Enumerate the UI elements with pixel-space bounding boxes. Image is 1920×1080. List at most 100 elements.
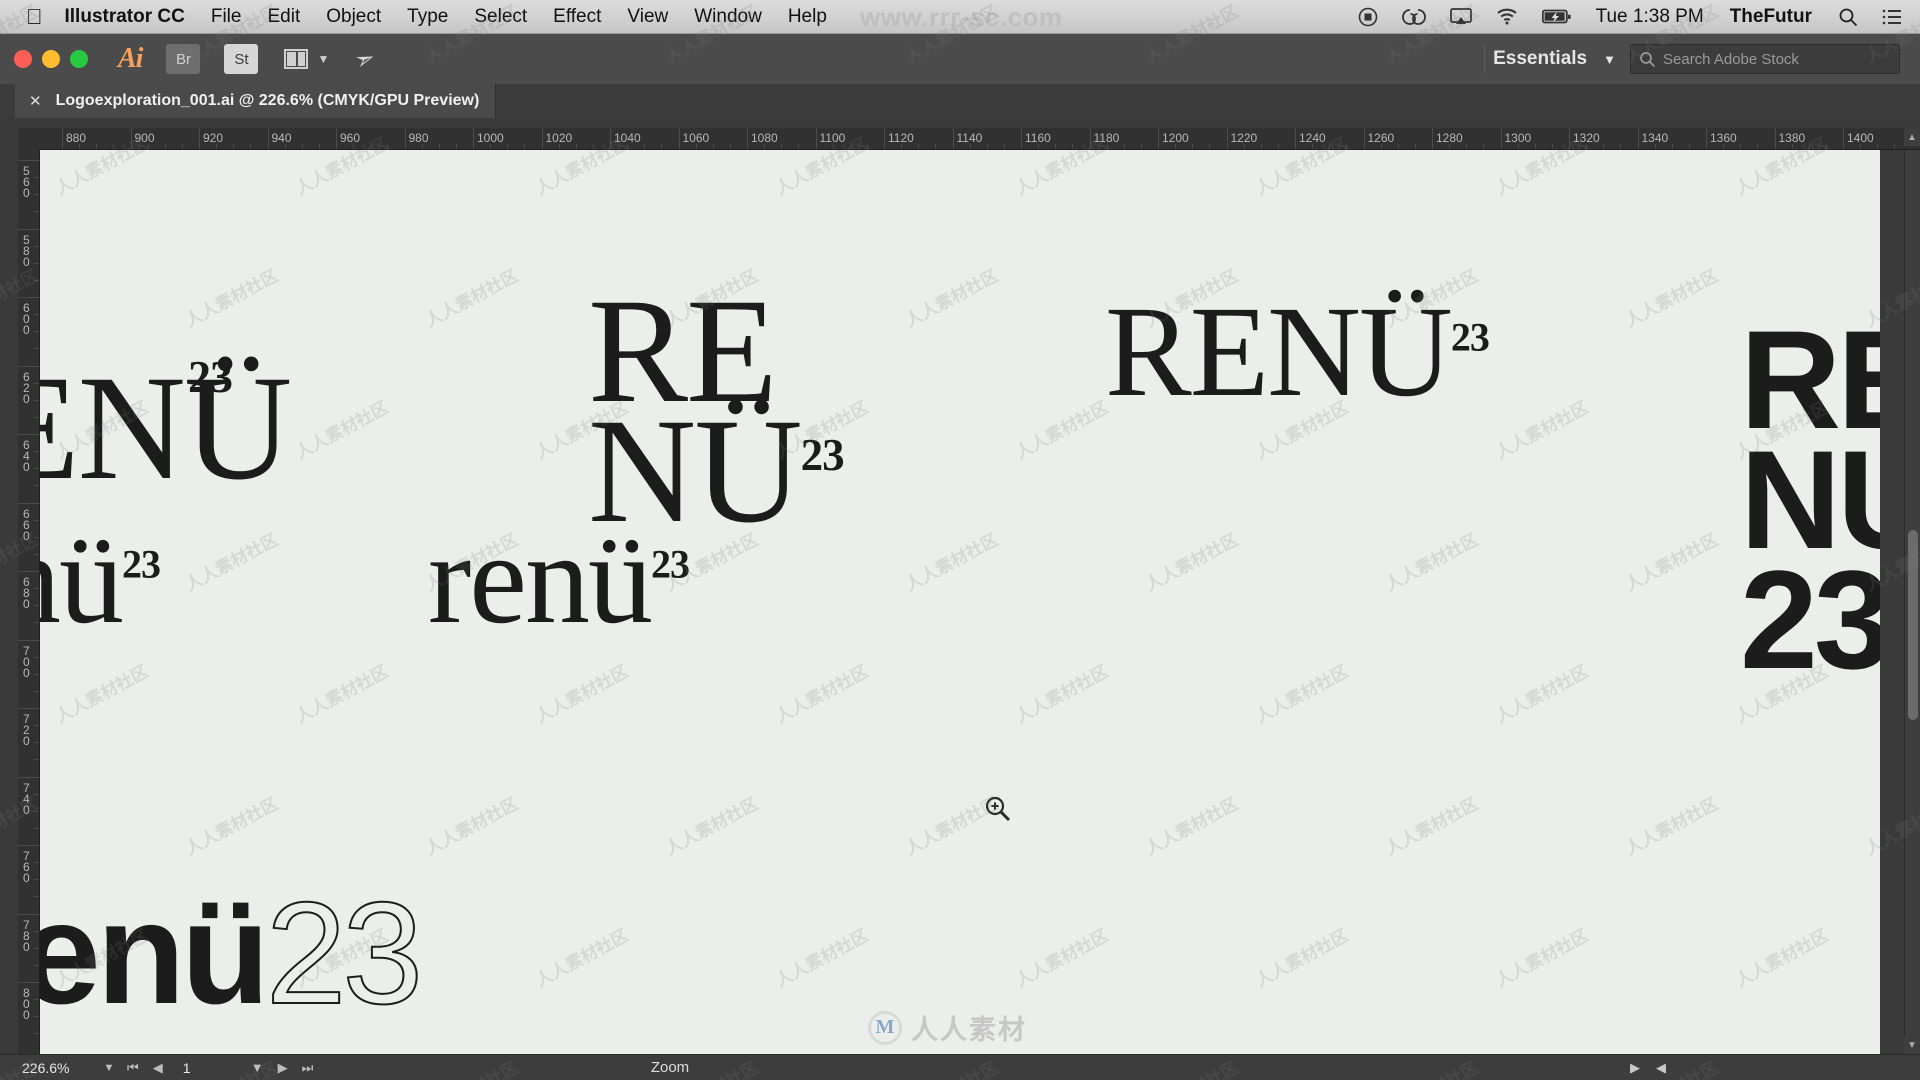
ruler-label: 1060: [682, 131, 710, 145]
macos-menu-bar:  Illustrator CC File Edit Object Type S…: [0, 0, 1920, 34]
ruler-tick: [18, 365, 39, 367]
play-back-icon[interactable]: ◀: [1656, 1060, 1666, 1076]
canvas[interactable]: 23 ENÜ RE NÜ23 RENÜ23 RE NU 23: [40, 150, 1880, 1054]
last-page-icon[interactable]: ⏭: [302, 1060, 314, 1076]
ruler-minor-tick: [34, 177, 39, 179]
menu-item-window[interactable]: Window: [694, 6, 762, 28]
menu-item-edit[interactable]: Edit: [267, 6, 300, 28]
next-page-icon[interactable]: ▶: [278, 1060, 288, 1076]
scroll-up-button[interactable]: ▲: [1904, 128, 1920, 146]
ruler-minor-tick: [1038, 144, 1040, 149]
ruler-minor-tick: [935, 144, 937, 149]
application-bar: Ai Br St ▼ ➣ Essentials ▼ Search Adobe S…: [0, 34, 1920, 84]
vertical-ruler[interactable]: 560 580 600 620 640 660 680 700 720 740 760 780 800: [18, 150, 40, 1054]
ruler-minor-tick: [627, 144, 629, 149]
scroll-down-button[interactable]: ▼: [1904, 1036, 1920, 1054]
first-page-icon[interactable]: ⏮: [127, 1060, 139, 1076]
ruler-minor-tick: [34, 451, 39, 453]
ruler-minor-tick: [1860, 144, 1862, 149]
page-number-field[interactable]: 1: [177, 1059, 237, 1077]
ruler-label: 940: [271, 131, 292, 145]
ruler-minor-tick: [34, 536, 39, 538]
ruler-minor-tick: [34, 930, 39, 932]
logo-lower-left-clipped[interactable]: nü23: [40, 514, 161, 644]
page-chevron-down-icon[interactable]: ▼: [251, 1060, 264, 1075]
logo-lowercase-serif-superscript: 23: [651, 541, 690, 587]
menu-item-effect[interactable]: Effect: [553, 6, 601, 28]
ruler-tick: [1089, 128, 1091, 149]
ruler-label: 560: [19, 164, 34, 197]
document-tab-title: Logoexploration_001.ai @ 226.6% (CMYK/GP…: [55, 92, 480, 109]
ruler-minor-tick: [34, 468, 39, 470]
ruler-minor-tick: [1740, 144, 1742, 149]
play-forward-icon[interactable]: ▶: [1630, 1060, 1640, 1076]
vertical-scrollbar[interactable]: [1904, 150, 1920, 1054]
ruler-label: 1380: [1778, 131, 1806, 145]
ruler-minor-tick: [1603, 144, 1605, 149]
ruler-minor-tick: [34, 245, 39, 247]
creative-cloud-icon[interactable]: [1401, 7, 1426, 27]
ruler-tick: [199, 128, 200, 149]
logo-left-clipped[interactable]: 23 ENÜ: [40, 353, 292, 503]
menu-item-object[interactable]: Object: [326, 6, 381, 28]
ruler-tick: [1569, 128, 1570, 149]
adobe-stock-search-field[interactable]: Search Adobe Stock: [1630, 44, 1900, 74]
menu-user-name[interactable]: TheFutur: [1730, 6, 1812, 28]
menu-clock[interactable]: Tue 1:38 PM: [1596, 6, 1704, 28]
screen-record-icon[interactable]: [1358, 7, 1378, 27]
ruler-minor-tick: [1723, 144, 1725, 149]
ruler-tick: [815, 128, 817, 149]
arrange-documents-button[interactable]: ▼: [284, 49, 329, 69]
ruler-minor-tick: [34, 279, 39, 281]
battery-charging-icon[interactable]: [1541, 9, 1572, 25]
ruler-minor-tick: [301, 144, 303, 149]
ruler-minor-tick: [113, 144, 115, 149]
document-tab[interactable]: ✕ Logoexploration_001.ai @ 226.6% (CMYK/…: [15, 84, 497, 118]
ruler-label: 1200: [1162, 131, 1189, 145]
ruler-minor-tick: [34, 416, 39, 418]
logo-lower-left-clipped-text: nü: [40, 507, 124, 651]
previous-page-icon[interactable]: ◀: [153, 1060, 163, 1076]
menu-app-name[interactable]: Illustrator CC: [65, 6, 185, 28]
logo-bottom-sans[interactable]: enü23: [40, 880, 424, 1027]
ruler-minor-tick: [1466, 144, 1468, 149]
stock-button[interactable]: St: [224, 44, 259, 74]
ruler-minor-tick: [1671, 144, 1673, 149]
bridge-button[interactable]: Br: [166, 44, 201, 74]
vertical-scrollbar-thumb[interactable]: [1908, 530, 1918, 720]
ruler-tick: [1500, 128, 1502, 149]
close-icon[interactable]: ✕: [29, 92, 42, 110]
illustrator-logo: Ai: [118, 43, 143, 74]
ruler-tick: [473, 128, 474, 149]
ruler-minor-tick: [34, 519, 39, 521]
logo-lowercase-serif[interactable]: renü23: [428, 514, 690, 644]
ruler-minor-tick: [1003, 144, 1005, 149]
horizontal-ruler[interactable]: 880 900 920 940 960 980 1000 1020 1040 1060 1080 11…: [40, 128, 1920, 150]
ruler-minor-tick: [507, 144, 509, 149]
menu-item-view[interactable]: View: [627, 6, 668, 28]
current-tool-label[interactable]: Zoom: [460, 1059, 880, 1076]
zoom-level-chevron-down-icon[interactable]: ▼: [98, 1062, 120, 1074]
ruler-label: 620: [19, 369, 34, 403]
menu-item-select[interactable]: Select: [474, 6, 527, 28]
spotlight-search-icon[interactable]: [1838, 7, 1858, 27]
ruler-corner[interactable]: [18, 128, 40, 150]
airplay-icon[interactable]: [1449, 7, 1472, 26]
logo-right-sans-line3[interactable]: 23: [1740, 550, 1880, 690]
zoom-level-field[interactable]: 226.6%: [22, 1060, 98, 1076]
logo-inline-serif[interactable]: RENÜ23: [1105, 287, 1490, 417]
close-window-button[interactable]: [14, 50, 32, 68]
notification-center-icon[interactable]: [1882, 9, 1902, 25]
rocket-icon[interactable]: ➣: [351, 42, 380, 76]
workspace-switcher[interactable]: Essentials ▼: [1493, 48, 1616, 70]
menu-item-type[interactable]: Type: [407, 6, 448, 28]
ruler-tick: [541, 128, 543, 149]
maximize-window-button[interactable]: [70, 50, 88, 68]
menu-item-file[interactable]: File: [211, 6, 242, 28]
menu-item-help[interactable]: Help: [788, 6, 827, 28]
wifi-icon[interactable]: [1496, 8, 1518, 25]
artboard[interactable]: 23 ENÜ RE NÜ23 RENÜ23 RE NU 23: [40, 150, 1880, 1054]
ruler-tick: [336, 128, 337, 149]
apple-logo-icon[interactable]: : [26, 5, 43, 28]
minimize-window-button[interactable]: [42, 50, 60, 68]
